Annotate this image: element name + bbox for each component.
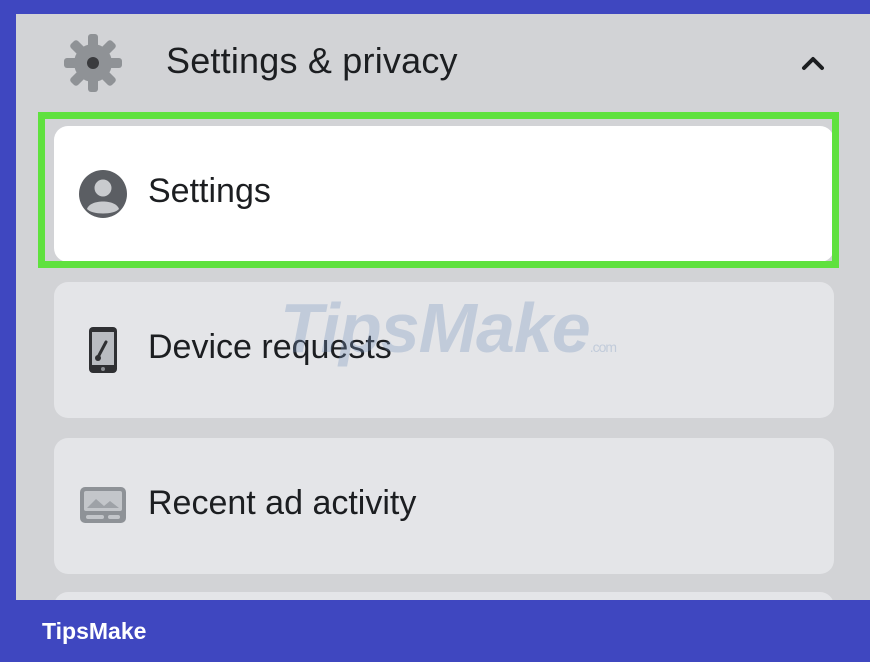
profile-icon [79,170,127,218]
menu-item-label: Settings [148,172,271,210]
menu-item-label: Device requests [148,328,392,366]
menu-screen: Settings & privacy Settings Device reque… [16,14,870,600]
chevron-up-icon[interactable] [798,48,828,78]
settings-privacy-header[interactable]: Settings & privacy [16,14,870,110]
menu-item-label: Recent ad activity [148,484,417,522]
footer-bar: TipsMake [0,600,870,662]
phone-icon [89,327,117,373]
gear-icon [64,34,122,92]
menu-item-settings[interactable]: Settings [54,126,834,262]
menu-item-device-requests[interactable]: Device requests [54,282,834,418]
ad-activity-icon [80,487,126,523]
menu-item-recent-ad-activity[interactable]: Recent ad activity [54,438,834,574]
footer-brand: TipsMake [42,618,147,644]
menu-item-partial[interactable] [54,592,834,600]
section-title: Settings & privacy [166,40,458,81]
